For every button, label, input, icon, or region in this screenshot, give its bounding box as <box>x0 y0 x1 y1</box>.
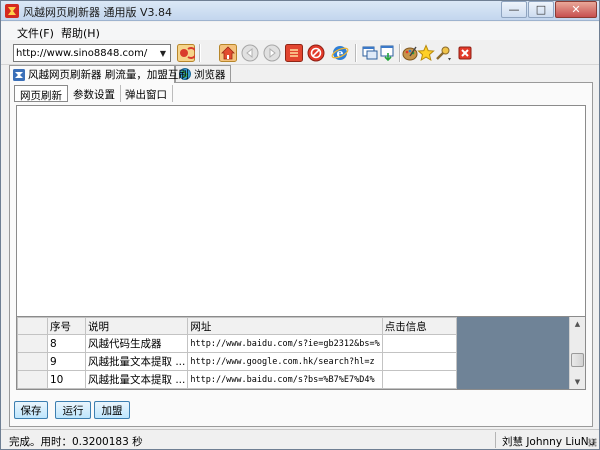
cell-click-info[interactable] <box>381 370 457 389</box>
cell-index[interactable]: 10 <box>47 370 86 389</box>
chevron-down-icon[interactable]: ▼ <box>156 45 170 61</box>
toolbar-separator <box>199 44 200 62</box>
tab-popup-windows[interactable]: 弹出窗口 <box>120 85 173 102</box>
window-title: 风越网页刷新器 通用版 V3.84 <box>23 6 173 19</box>
main-panel: 网页刷新 参数设置 弹出窗口 序号 说明 网址 点击信息 8 风越代码生成器 h… <box>9 82 593 427</box>
cell-url[interactable]: http://www.baidu.com/s?ie=gb2312&bs=% <box>187 334 383 353</box>
table-row[interactable]: 8 风越代码生成器 http://www.baidu.com/s?ie=gb23… <box>17 334 457 353</box>
tab-page-refresh[interactable]: 网页刷新 <box>14 85 68 102</box>
cell-click-info[interactable] <box>381 334 457 353</box>
title-bar[interactable]: 风越网页刷新器 通用版 V3.84 — □ ✕ <box>1 1 599 21</box>
menu-help[interactable]: 帮助(H) <box>61 25 100 41</box>
favorite-star-icon[interactable] <box>417 44 435 62</box>
url-grid[interactable]: 序号 说明 网址 点击信息 8 风越代码生成器 http://www.baidu… <box>16 316 586 390</box>
app-window: 风越网页刷新器 通用版 V3.84 — □ ✕ 文件(F) 帮助(H) ▼ <box>0 0 600 450</box>
cell-index[interactable]: 9 <box>47 352 86 371</box>
minimize-button[interactable]: — <box>501 1 527 18</box>
exit-icon[interactable] <box>456 44 474 62</box>
menu-bar: 文件(F) 帮助(H) <box>1 22 599 40</box>
cell-click-info[interactable] <box>381 352 457 371</box>
status-author: 刘慧 Johnny LiuNu <box>495 432 595 448</box>
row-header[interactable] <box>17 352 48 371</box>
window-icon[interactable] <box>361 44 379 62</box>
cell-description[interactable]: 风越代码生成器 <box>84 334 189 353</box>
tab-label: 风越网页刷新器 刷流量，加盟互刷 <box>28 69 189 81</box>
cell-url[interactable]: http://www.google.com.hk/search?hl=z <box>187 352 383 371</box>
run-button[interactable]: 运行 <box>55 401 91 419</box>
scroll-down-icon[interactable]: ▼ <box>570 375 585 389</box>
tab-refresher[interactable]: 风越网页刷新器 刷流量，加盟互刷 <box>9 65 189 83</box>
column-header-url[interactable]: 网址 <box>187 317 383 335</box>
url-table: 序号 说明 网址 点击信息 8 风越代码生成器 http://www.baidu… <box>17 317 457 389</box>
row-header[interactable] <box>17 334 48 353</box>
address-input[interactable] <box>16 47 154 60</box>
toolbar-separator <box>355 44 356 62</box>
back-icon[interactable] <box>241 44 259 62</box>
tab-label: 浏览器 <box>194 68 226 81</box>
save-page-icon[interactable] <box>379 44 397 62</box>
toolbar: ▼ <box>1 41 599 65</box>
address-bar[interactable]: ▼ <box>13 44 171 62</box>
app-logo-icon <box>13 68 25 81</box>
table-row[interactable]: 10 风越批量文本提取 ... http://www.baidu.com/s?b… <box>17 370 457 389</box>
join-button[interactable]: 加盟 <box>94 401 130 419</box>
home-icon[interactable] <box>219 44 237 62</box>
cell-description[interactable]: 风越批量文本提取 ... <box>84 370 189 389</box>
toolbar-separator <box>399 44 400 62</box>
column-header-description[interactable]: 说明 <box>84 317 189 335</box>
scroll-up-icon[interactable]: ▲ <box>570 317 585 331</box>
vertical-scrollbar[interactable]: ▲ ▼ <box>569 317 585 389</box>
stop-icon[interactable] <box>307 44 325 62</box>
table-header-row: 序号 说明 网址 点击信息 <box>17 317 457 335</box>
resize-grip-icon[interactable] <box>588 438 597 447</box>
scrollbar-thumb[interactable] <box>571 353 584 367</box>
maximize-button[interactable]: □ <box>528 1 554 18</box>
row-header[interactable] <box>17 370 48 389</box>
status-bar: 完成。用时：0.3200183 秒 刘慧 Johnny LiuNu <box>1 429 599 449</box>
cell-description[interactable]: 风越批量文本提取 ... <box>84 352 189 371</box>
forward-icon[interactable] <box>263 44 281 62</box>
ie-icon[interactable]: e <box>331 44 349 62</box>
refresh-log-area[interactable] <box>16 105 586 317</box>
go-icon[interactable] <box>177 44 195 62</box>
menu-file[interactable]: 文件(F) <box>17 25 54 41</box>
status-message: 完成。用时：0.3200183 秒 <box>9 436 143 448</box>
column-header-index[interactable]: 序号 <box>47 317 86 335</box>
row-header-corner <box>17 317 48 335</box>
tools-icon[interactable] <box>434 44 452 62</box>
tab-parameters[interactable]: 参数设置 <box>68 85 121 102</box>
refresh-icon[interactable] <box>285 44 303 62</box>
cell-url[interactable]: http://www.baidu.com/s?bs=%B7%E7%D4% <box>187 370 383 389</box>
close-button[interactable]: ✕ <box>555 1 597 18</box>
column-header-click-info[interactable]: 点击信息 <box>381 317 457 335</box>
app-logo-icon <box>5 4 19 18</box>
table-row[interactable]: 9 风越批量文本提取 ... http://www.google.com.hk/… <box>17 352 457 371</box>
save-button[interactable]: 保存 <box>14 401 48 419</box>
cell-index[interactable]: 8 <box>47 334 86 353</box>
